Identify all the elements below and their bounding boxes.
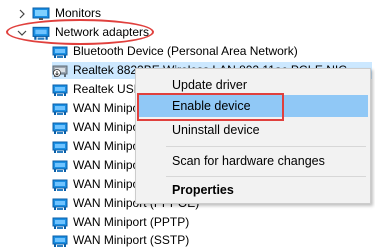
network-adapter-icon [52, 46, 68, 58]
chevron-right-icon[interactable] [16, 8, 28, 20]
network-adapter-icon [52, 141, 68, 153]
network-adapter-icon [52, 217, 68, 229]
monitor-icon [32, 7, 50, 21]
menu-item-properties[interactable]: Properties [138, 179, 368, 201]
network-adapter-icon [52, 122, 68, 134]
context-menu: Update driver Enable device Uninstall de… [135, 68, 371, 204]
tree-item-label: WAN Miniport (SSTP) [73, 233, 190, 247]
menu-item-uninstall-device[interactable]: Uninstall device [138, 119, 368, 141]
network-adapter-icon [52, 84, 68, 96]
annotation-box [137, 93, 284, 121]
network-adapter-icon [52, 103, 68, 115]
annotation-ellipse [6, 19, 154, 45]
tree-item-adapter[interactable]: WAN Miniport (SSTP) [52, 232, 189, 249]
menu-item-scan-hardware[interactable]: Scan for hardware changes [138, 150, 368, 172]
disabled-network-adapter-icon [52, 65, 68, 77]
tree-item-adapter[interactable]: WAN Miniport (PPTP) [52, 214, 189, 231]
tree-item-label: WAN Miniport (PPTP) [73, 215, 190, 229]
tree-item-label: Bluetooth Device (Personal Area Network) [73, 44, 298, 58]
network-adapter-icon [52, 160, 68, 172]
network-adapter-icon [52, 235, 68, 247]
menu-separator [166, 176, 366, 177]
tree-item-adapter[interactable]: Bluetooth Device (Personal Area Network) [52, 43, 298, 60]
menu-separator [166, 146, 366, 147]
network-adapter-icon [52, 198, 68, 210]
network-adapter-icon [52, 179, 68, 191]
